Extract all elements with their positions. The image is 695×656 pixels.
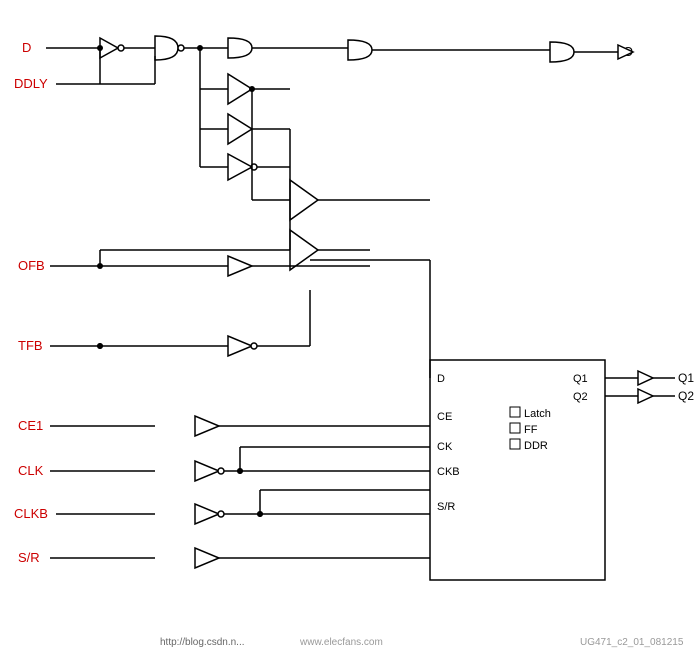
clk-label: CLK	[18, 463, 44, 478]
ff-d-pin: D	[437, 373, 445, 385]
d-label: D	[22, 40, 31, 55]
watermark: www.elecfans.com	[299, 637, 383, 648]
latch-label: Latch	[524, 408, 551, 420]
footer-url: http://blog.csdn.n...	[160, 637, 245, 648]
ofb-label: OFB	[18, 258, 45, 273]
ff-sr-pin: S/R	[437, 501, 455, 513]
ff-ce-pin: CE	[437, 411, 452, 423]
version-label: UG471_c2_01_081215	[580, 637, 684, 648]
q2-output-label: Q2	[678, 389, 694, 403]
ddr-label: DDR	[524, 440, 548, 452]
q1-output-label: Q1	[678, 371, 694, 385]
ff-q2-pin: Q2	[573, 391, 588, 403]
main-container: D DDLY OFB TFB CE1 CLK CLKB S/R	[0, 0, 695, 656]
ff-ck-pin: CK	[437, 441, 453, 453]
ff-ckb-pin: CKB	[437, 466, 460, 478]
clkb-label: CLKB	[14, 506, 48, 521]
tfb-label: TFB	[18, 338, 43, 353]
ff-label: FF	[524, 424, 538, 436]
sr-label: S/R	[18, 550, 40, 565]
ce1-label: CE1	[18, 418, 43, 433]
ff-q1-pin: Q1	[573, 373, 588, 385]
ddly-label: DDLY	[14, 76, 48, 91]
circuit-diagram: D DDLY OFB TFB CE1 CLK CLKB S/R	[0, 0, 695, 656]
